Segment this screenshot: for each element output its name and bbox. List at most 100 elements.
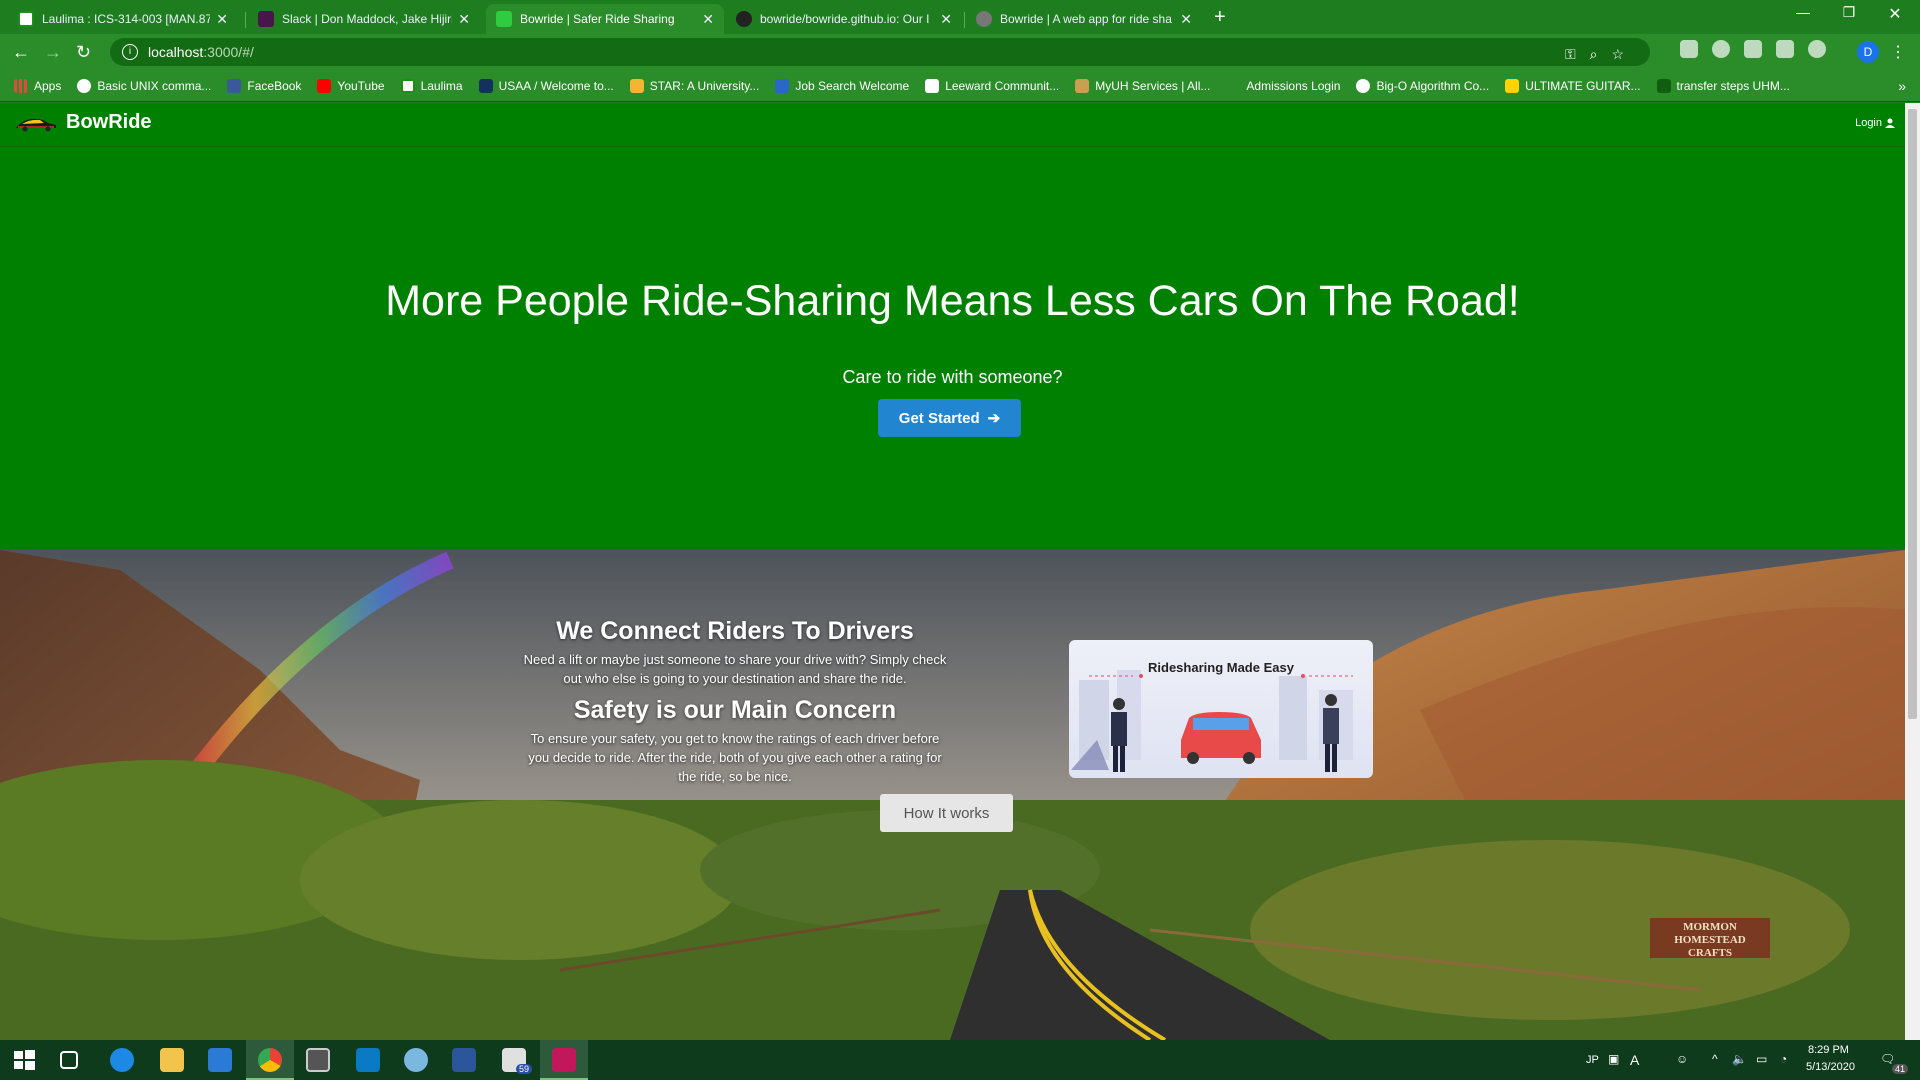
back-arrow-icon[interactable]: ← xyxy=(12,42,30,63)
bookmark-label: STAR: A University... xyxy=(649,78,760,93)
action-center-icon[interactable]: 🗨 xyxy=(1880,1052,1895,1066)
close-window-button[interactable]: ✕ xyxy=(1872,4,1918,24)
restore-button[interactable]: ❐ xyxy=(1826,4,1872,21)
vscode-icon[interactable] xyxy=(356,1048,380,1072)
login-link[interactable]: Login xyxy=(1855,117,1895,129)
task-view-icon[interactable] xyxy=(60,1051,78,1069)
minimize-button[interactable]: — xyxy=(1780,4,1826,20)
intellij-icon[interactable] xyxy=(552,1048,576,1072)
grey-extension-icon[interactable] xyxy=(1744,40,1762,58)
apps-grid-icon xyxy=(14,78,28,93)
get-started-button[interactable]: Get Started ➔ xyxy=(878,399,1021,437)
bookmark-transfer[interactable]: transfer steps UHM... xyxy=(1656,78,1790,93)
transfer-icon xyxy=(1656,78,1671,93)
admissions-icon xyxy=(1226,78,1241,93)
chrome-icon[interactable] xyxy=(258,1048,282,1072)
bookmark-laulima[interactable]: Laulima xyxy=(400,78,463,93)
bookmark-leeward[interactable]: Leeward Communit... xyxy=(925,78,1060,93)
windows-start-icon[interactable] xyxy=(12,1048,36,1072)
usaa-icon xyxy=(478,78,493,93)
reload-icon[interactable]: ↻ xyxy=(76,42,91,63)
file-explorer-icon[interactable] xyxy=(160,1048,184,1072)
bookmark-usaa[interactable]: USAA / Welcome to... xyxy=(478,78,614,93)
page-scrollbar[interactable] xyxy=(1905,103,1920,1040)
brand-link[interactable]: BowRide xyxy=(14,111,152,134)
star-icon[interactable]: ☆ xyxy=(1611,46,1624,63)
language-indicator[interactable]: JP xyxy=(1586,1054,1599,1066)
browser-tab-github[interactable]: bowride/bowride.github.io: Our I ✕ xyxy=(726,4,962,34)
word-icon[interactable] xyxy=(452,1048,476,1072)
github-favicon-icon xyxy=(736,11,752,27)
svg-text:MORMON: MORMON xyxy=(1683,921,1737,933)
car-logo-icon xyxy=(16,118,56,131)
battery-icon[interactable]: ▭ xyxy=(1756,1052,1767,1066)
drive-extension-icon[interactable] xyxy=(1680,40,1698,58)
scrollbar-thumb[interactable] xyxy=(1908,109,1917,719)
browser-tab-slack[interactable]: Slack | Don Maddock, Jake Hijirid ✕ xyxy=(248,4,480,34)
slack-favicon-icon xyxy=(258,11,274,27)
profile-avatar[interactable]: D xyxy=(1857,41,1879,63)
browser-tab-bowride[interactable]: Bowride | Safer Ride Sharing ✕ xyxy=(486,4,724,34)
tab-separator xyxy=(245,12,246,28)
facebook-icon xyxy=(227,78,242,93)
close-tab-icon[interactable]: ✕ xyxy=(1180,11,1192,28)
edge-icon[interactable] xyxy=(110,1048,134,1072)
check-extension-icon[interactable] xyxy=(1712,40,1730,58)
bookmark-guitar[interactable]: ULTIMATE GUITAR... xyxy=(1505,78,1641,93)
feature-heading-safety: Safety is our Main Concern xyxy=(573,696,897,724)
browser-tab-bowride-app[interactable]: Bowride | A web app for ride sha ✕ xyxy=(966,4,1202,34)
close-tab-icon[interactable]: ✕ xyxy=(702,11,714,28)
sync-extension-icon[interactable] xyxy=(1808,40,1826,58)
feature-heading-connect: We Connect Riders To Drivers xyxy=(556,617,914,645)
volume-icon[interactable]: 🔈 xyxy=(1732,1052,1747,1066)
bookmark-admissions[interactable]: Admissions Login xyxy=(1226,78,1340,93)
tab-title: Slack | Don Maddock, Jake Hijirid xyxy=(282,12,453,26)
clock-time[interactable]: 8:29 PM xyxy=(1808,1044,1849,1056)
close-tab-icon[interactable]: ✕ xyxy=(940,11,952,28)
bookmark-label: FaceBook xyxy=(247,78,302,93)
bookmark-unix[interactable]: Basic UNIX comma... xyxy=(77,78,211,93)
bookmark-label: Apps xyxy=(34,78,62,93)
new-tab-button[interactable]: + xyxy=(1214,6,1226,29)
bookmarks-overflow-icon[interactable]: » xyxy=(1898,78,1906,94)
link-icon xyxy=(1356,78,1371,93)
browser-menu-icon[interactable]: ⋮ xyxy=(1890,42,1906,62)
calculator-icon[interactable] xyxy=(306,1048,330,1072)
close-tab-icon[interactable]: ✕ xyxy=(458,11,470,28)
youtube-icon xyxy=(317,78,332,93)
printer-extension-icon[interactable] xyxy=(1776,40,1794,58)
login-label: Login xyxy=(1855,117,1882,129)
browser-toolbar: ← → ↻ i localhost:3000/#/ ⚿ ⌕ ☆ xyxy=(0,34,1920,70)
bookmark-label: Leeward Communit... xyxy=(945,78,1060,93)
show-hidden-icons[interactable]: ^ xyxy=(1712,1052,1718,1066)
clock-date[interactable]: 5/13/2020 xyxy=(1806,1061,1855,1073)
ime-icon[interactable]: ▣ xyxy=(1608,1052,1619,1066)
how-it-works-button[interactable]: How It works xyxy=(880,794,1013,832)
mail-badge: 59 xyxy=(516,1064,533,1074)
bookmark-bigo[interactable]: Big-O Algorithm Co... xyxy=(1356,78,1489,93)
bookmark-job-search[interactable]: Job Search Welcome xyxy=(775,78,909,93)
paint-icon[interactable] xyxy=(404,1048,428,1072)
hero-headline: More People Ride-Sharing Means Less Cars… xyxy=(385,277,1520,325)
zoom-icon[interactable]: ⌕ xyxy=(1590,46,1598,63)
ime-mode[interactable]: A xyxy=(1630,1052,1639,1068)
ridesharing-illustration: Ridesharing Made Easy xyxy=(1069,640,1373,778)
bookmark-star[interactable]: STAR: A University... xyxy=(629,78,760,93)
close-tab-icon[interactable]: ✕ xyxy=(216,11,228,28)
wifi-icon[interactable]: ◔ xyxy=(1780,1052,1787,1066)
tab-title: bowride/bowride.github.io: Our I xyxy=(760,12,930,26)
info-icon[interactable]: i xyxy=(122,44,138,60)
bowride-favicon-icon xyxy=(496,11,512,27)
url-path: :3000/#/ xyxy=(203,44,254,60)
bookmark-myuh[interactable]: MyUH Services | All... xyxy=(1075,78,1210,93)
people-icon[interactable]: ☺ xyxy=(1676,1052,1688,1066)
hero-subheading: Care to ride with someone? xyxy=(842,367,1063,387)
key-icon[interactable]: ⚿ xyxy=(1565,46,1576,63)
bookmark-apps[interactable]: Apps xyxy=(14,78,62,93)
address-bar[interactable]: i localhost:3000/#/ ⚿ ⌕ ☆ xyxy=(110,38,1650,66)
store-icon[interactable] xyxy=(208,1048,232,1072)
bookmark-facebook[interactable]: FaceBook xyxy=(227,78,302,93)
bookmark-youtube[interactable]: YouTube xyxy=(317,78,385,93)
browser-tab-laulima[interactable]: Laulima : ICS-314-003 [MAN.871 ✕ xyxy=(8,4,238,34)
forward-arrow-icon[interactable]: → xyxy=(44,42,62,63)
